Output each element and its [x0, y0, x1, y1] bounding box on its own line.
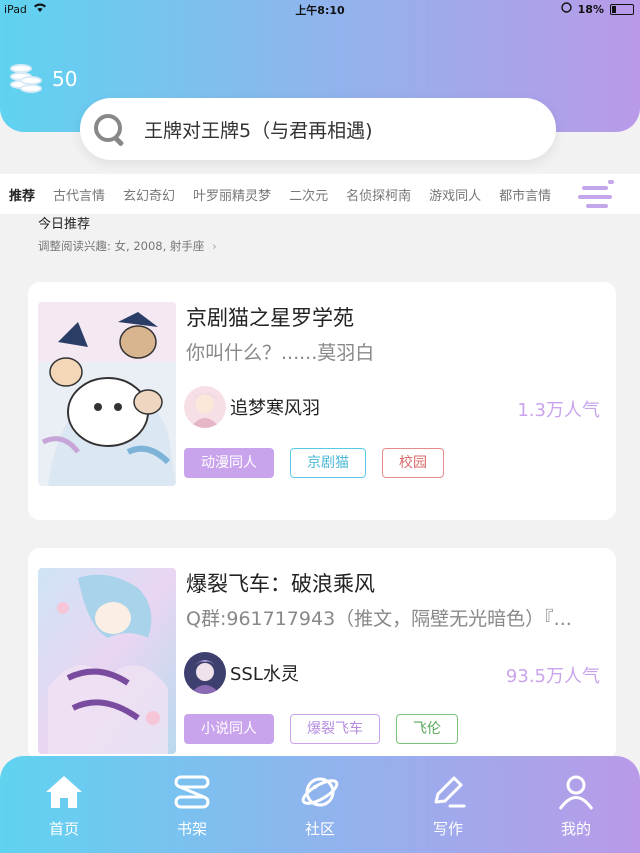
nav-community-label: 社区	[304, 820, 335, 838]
popularity-count: 93.5万人气	[505, 666, 600, 687]
author-row[interactable]: 追梦寒风羽	[184, 386, 320, 428]
nav-shelf[interactable]: 书架	[142, 772, 242, 839]
book-card[interactable]: 京剧猫之星罗学苑 你叫什么？......莫羽白 追梦寒风羽 1.3万人气 动漫同…	[28, 282, 616, 520]
tag[interactable]: 校园	[382, 448, 444, 478]
tag-list: 小说同人 爆裂飞车 飞伦	[184, 714, 458, 744]
nav-shelf-label: 书架	[176, 820, 207, 838]
section-title: 今日推荐	[38, 217, 91, 232]
bottom-nav: 首页 书架 社区 写作 我的	[0, 756, 640, 853]
interest-settings-label: 调整阅读兴趣: 女, 2008, 射手座	[38, 239, 205, 253]
nav-home-label: 首页	[48, 820, 79, 838]
interest-settings-link[interactable]: 调整阅读兴趣: 女, 2008, 射手座 ›	[38, 238, 217, 254]
category-tabs: 推荐 古代言情 玄幻奇幻 叶罗丽精灵梦 二次元 名侦探柯南 游戏同人 都市言情	[0, 174, 640, 214]
search-icon	[92, 112, 126, 146]
battery-icon	[610, 3, 634, 15]
tag[interactable]: 动漫同人	[184, 448, 274, 478]
tab-recommend[interactable]: 推荐	[0, 185, 44, 204]
avatar	[184, 386, 226, 428]
nav-write[interactable]: 写作	[398, 772, 498, 839]
category-menu-icon[interactable]	[578, 180, 614, 212]
book-card[interactable]: 爆裂飞车：破浪乘风 Q群:961717943（推文，隔壁无光暗色）『... SS…	[28, 548, 616, 760]
rotation-lock-icon	[560, 2, 572, 16]
user-icon	[558, 775, 594, 810]
tab-acg[interactable]: 二次元	[280, 185, 337, 204]
home-icon	[46, 776, 82, 808]
book-cover[interactable]	[38, 568, 176, 754]
author-name: 追梦寒风羽	[230, 398, 320, 419]
tag[interactable]: 飞伦	[396, 714, 458, 744]
pen-icon	[434, 776, 466, 808]
tab-fantasy[interactable]: 玄幻奇幻	[114, 185, 184, 204]
book-title: 爆裂飞车：破浪乘风	[186, 572, 375, 596]
coin-count: 50	[52, 67, 78, 91]
status-time: 上午8:10	[295, 4, 345, 17]
status-bar: iPad 上午8:10 18%	[0, 0, 640, 18]
tag[interactable]: 京剧猫	[290, 448, 366, 478]
tab-game-fanfic[interactable]: 游戏同人	[420, 185, 490, 204]
book-cover[interactable]	[38, 302, 176, 486]
tab-ancient-romance[interactable]: 古代言情	[44, 185, 114, 204]
tab-urban-romance[interactable]: 都市言情	[490, 185, 560, 204]
nav-write-label: 写作	[432, 820, 463, 838]
planet-icon	[301, 777, 339, 807]
tab-yeluoli[interactable]: 叶罗丽精灵梦	[184, 185, 280, 204]
book-description: 你叫什么？......莫羽白	[186, 342, 375, 364]
bookshelf-icon	[174, 775, 210, 809]
coin-stack-icon	[8, 62, 44, 96]
author-name: SSL水灵	[230, 664, 299, 685]
avatar	[184, 652, 226, 694]
nav-home[interactable]: 首页	[14, 772, 114, 839]
coin-balance[interactable]: 50	[8, 62, 77, 96]
popularity-count: 1.3万人气	[517, 400, 600, 421]
book-description: Q群:961717943（推文，隔壁无光暗色）『...	[186, 608, 572, 630]
author-row[interactable]: SSL水灵	[184, 652, 299, 694]
tag[interactable]: 小说同人	[184, 714, 274, 744]
search-text: 王牌对王牌5（与君再相遇)	[144, 119, 373, 142]
nav-community[interactable]: 社区	[270, 772, 370, 839]
battery-percent: 18%	[577, 2, 604, 16]
book-title: 京剧猫之星罗学苑	[186, 306, 354, 330]
tag-list: 动漫同人 京剧猫 校园	[184, 448, 444, 478]
search-bar[interactable]: 王牌对王牌5（与君再相遇)	[80, 98, 556, 160]
tag[interactable]: 爆裂飞车	[290, 714, 380, 744]
chevron-right-icon: ›	[212, 239, 217, 253]
nav-mine[interactable]: 我的	[526, 772, 626, 839]
nav-mine-label: 我的	[560, 820, 591, 838]
tab-conan[interactable]: 名侦探柯南	[337, 185, 420, 204]
